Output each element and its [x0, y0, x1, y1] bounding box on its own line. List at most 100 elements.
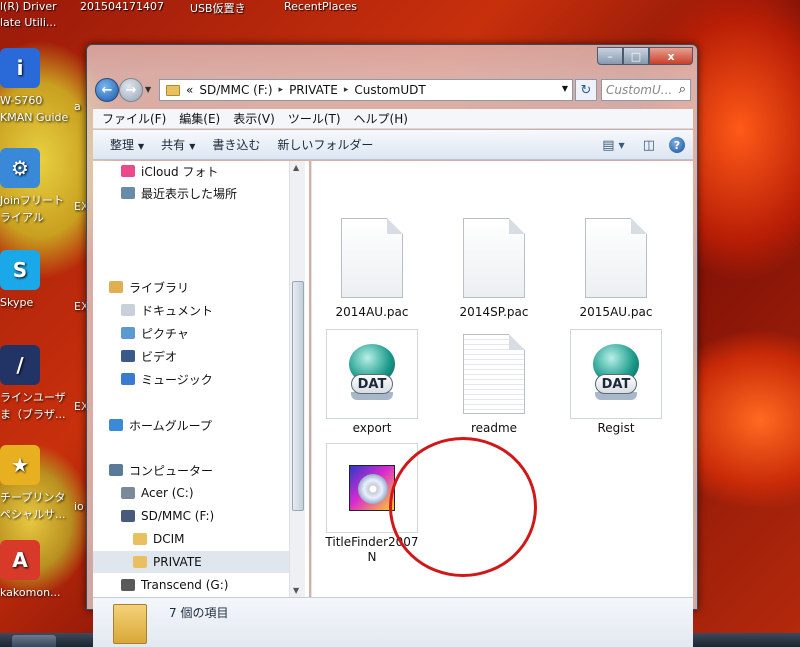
shortcut-icon: S	[0, 250, 40, 290]
shortcut-icon: i	[0, 48, 40, 88]
breadcrumb-customudt[interactable]: CustomUDT	[354, 83, 425, 97]
nav-item[interactable]: SD/MMC (F:)	[93, 505, 293, 527]
shortcut-label: チープリンタ	[0, 491, 66, 504]
disc-icon	[358, 474, 388, 504]
desktop-label[interactable]: late Utili...	[0, 16, 56, 29]
scroll-down-icon[interactable]: ▼	[293, 586, 299, 595]
shortcut-icon: ⚙	[0, 148, 40, 188]
nav-item-icon	[109, 281, 123, 293]
nav-item[interactable]: ホームグループ	[93, 414, 293, 436]
blank-document-icon	[585, 218, 647, 298]
nav-item-icon	[121, 487, 135, 499]
file-item[interactable]: readme	[446, 329, 542, 436]
nav-item[interactable]: ドキュメント	[93, 299, 293, 321]
search-input[interactable]: CustomU... ⌕	[601, 79, 691, 101]
nav-item[interactable]: コンピューター	[93, 459, 293, 481]
explorer-window: – □ x ← → ▼ « SD/MMC (F:) ▸ PRIVATE ▸ Cu…	[86, 44, 698, 647]
search-icon[interactable]: ⌕	[679, 82, 686, 97]
help-icon[interactable]: ?	[669, 137, 685, 153]
breadcrumb-separator-icon[interactable]: ▸	[279, 85, 284, 95]
desktop-shortcut[interactable]: / ラインユーザ ま（ブラザ...	[0, 345, 80, 423]
file-item[interactable]: 2015AU.pac	[568, 213, 664, 320]
desktop-label[interactable]: USB仮置き	[190, 0, 246, 16]
file-thumbnail	[448, 213, 540, 303]
navigation-scrollbar[interactable]: ▲ ▼	[289, 161, 305, 597]
address-bar[interactable]: « SD/MMC (F:) ▸ PRIVATE ▸ CustomUDT ▼	[159, 79, 573, 101]
menu-edit[interactable]: 編集(E)	[179, 110, 220, 127]
back-button[interactable]: ←	[95, 78, 119, 102]
nav-item-icon	[121, 373, 135, 385]
chevron-down-icon[interactable]: ▼	[619, 141, 625, 150]
new-folder-button[interactable]: 新しいフォルダー	[277, 136, 373, 153]
chevron-down-icon: ▼	[138, 142, 145, 151]
file-item[interactable]: 2014SP.pac	[446, 213, 542, 320]
breadcrumb-overflow[interactable]: «	[186, 83, 193, 97]
nav-item[interactable]: ピクチャ	[93, 322, 293, 344]
nav-item[interactable]: Acer (C:)	[93, 482, 293, 504]
dat-file-icon: DAT	[587, 344, 645, 404]
desktop-shortcut[interactable]: Akakomon...	[0, 540, 80, 601]
nav-item[interactable]: Transcend (G:)	[93, 574, 293, 596]
nav-item[interactable]: ライブラリ	[93, 276, 293, 298]
desktop-shortcut[interactable]: i W-S760 KMAN Guide	[0, 48, 80, 126]
share-label: 共有	[161, 138, 186, 152]
shortcut-icon: A	[0, 540, 40, 580]
navigation-bar: ← → ▼ « SD/MMC (F:) ▸ PRIVATE ▸ CustomUD…	[93, 77, 693, 103]
menu-view[interactable]: 表示(V)	[233, 110, 275, 127]
refresh-button[interactable]: ↻	[575, 79, 597, 101]
menu-tools[interactable]: ツール(T)	[288, 110, 341, 127]
chevron-down-icon: ▼	[189, 142, 196, 151]
scroll-up-icon[interactable]: ▲	[293, 163, 299, 172]
nav-item-label: 最近表示した場所	[141, 186, 238, 201]
file-item[interactable]: DAT Regist	[568, 329, 664, 436]
share-button[interactable]: 共有 ▼	[161, 136, 195, 153]
file-item[interactable]: 2014AU.pac	[324, 213, 420, 320]
burn-button[interactable]: 書き込む	[212, 136, 260, 153]
organize-button[interactable]: 整理 ▼	[110, 136, 144, 153]
desktop-label[interactable]: l(R) Driver	[0, 0, 57, 13]
organize-label: 整理	[110, 138, 135, 152]
file-name: 2015AU.pac	[579, 305, 653, 319]
item-count: 7 個の項目	[169, 606, 229, 620]
nav-item[interactable]: PRIVATE	[93, 551, 293, 573]
address-dropdown[interactable]: ▼	[562, 84, 568, 93]
scrollbar-thumb[interactable]	[292, 281, 304, 511]
nav-item[interactable]: DCIM	[93, 528, 293, 550]
desktop-label[interactable]: 201504171407	[80, 0, 164, 13]
menu-file[interactable]: ファイル(F)	[102, 110, 166, 127]
maximize-button[interactable]: □	[623, 47, 649, 65]
nav-item-icon	[121, 579, 135, 591]
nav-item-label: ミュージック	[141, 372, 213, 387]
menu-help[interactable]: ヘルプ(H)	[354, 110, 408, 127]
file-item[interactable]: DAT export	[324, 329, 420, 436]
preview-pane-icon[interactable]: ◫	[643, 138, 655, 153]
view-options-icon[interactable]: ▤	[602, 138, 614, 153]
nav-item-icon	[109, 464, 123, 476]
desktop-shortcut[interactable]: ⚙ Joinフリート ライアル	[0, 148, 80, 226]
close-button[interactable]: x	[649, 47, 693, 65]
folder-icon	[166, 84, 180, 96]
nav-item[interactable]: 最近表示した場所	[93, 182, 293, 204]
minimize-button[interactable]: –	[597, 47, 623, 65]
desktop-shortcut[interactable]: ★ チープリンタ ペシャルサ...	[0, 445, 80, 523]
desktop-shortcut[interactable]: S Skype	[0, 250, 80, 311]
recent-pages-dropdown[interactable]: ▼	[145, 85, 151, 94]
taskbar-button[interactable]	[12, 635, 56, 647]
breadcrumb-sdmmc[interactable]: SD/MMC (F:)	[199, 83, 272, 97]
nav-item[interactable]: iCloud フォト	[93, 161, 293, 182]
file-thumbnail	[570, 213, 662, 303]
desktop-label[interactable]: RecentPlaces	[284, 0, 357, 13]
nav-item[interactable]: ミュージック	[93, 368, 293, 390]
folder-icon	[113, 604, 147, 644]
nav-item[interactable]: ビデオ	[93, 345, 293, 367]
nav-item-label: ピクチャ	[141, 326, 189, 341]
blank-document-icon	[341, 218, 403, 298]
file-name: export	[352, 421, 392, 435]
file-name: readme	[470, 421, 518, 435]
breadcrumb-separator-icon[interactable]: ▸	[344, 85, 349, 95]
forward-button[interactable]: →	[119, 78, 143, 102]
nav-item-icon	[121, 187, 135, 199]
nav-item-icon	[133, 556, 147, 568]
breadcrumb-private[interactable]: PRIVATE	[289, 83, 338, 97]
nav-item-icon	[109, 419, 123, 431]
